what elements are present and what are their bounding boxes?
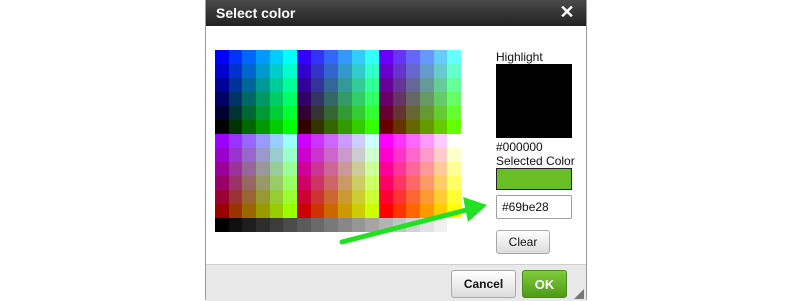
annotation-arrow-icon xyxy=(339,197,487,245)
